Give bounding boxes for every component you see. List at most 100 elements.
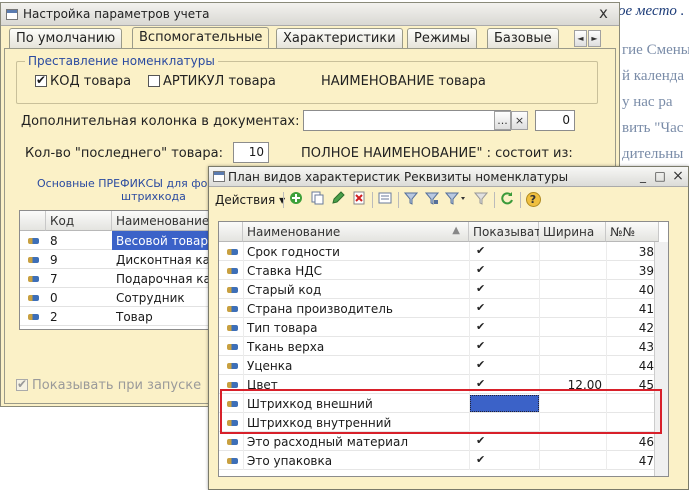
window-icon — [6, 9, 18, 20]
show-check-icon[interactable]: ✔ — [476, 339, 485, 352]
group-title: Преставление номенклатуры — [25, 54, 218, 68]
key-icon — [28, 276, 39, 282]
prefix-table-header-code[interactable]: Код — [46, 211, 112, 231]
show-check-icon[interactable]: ✔ — [476, 453, 485, 466]
cell-name: Это упаковка — [247, 454, 333, 468]
minimize-icon[interactable]: _ — [635, 168, 651, 184]
tab-modes[interactable]: Режимы — [407, 28, 478, 48]
cell-code: 8 — [50, 234, 58, 248]
copy-icon[interactable] — [308, 191, 326, 209]
clear-icon[interactable]: × — [511, 111, 528, 130]
cell-name: Товар — [116, 310, 153, 324]
grid-row[interactable]: Это упаковка ✔ 47 — [219, 451, 668, 470]
cell-code: 0 — [50, 291, 58, 305]
key-icon — [227, 439, 238, 445]
prefix-table-header-icon — [20, 211, 46, 231]
close-icon[interactable]: x — [599, 4, 608, 22]
grid-header-width[interactable]: Ширина — [539, 222, 606, 242]
table-row[interactable]: 0 Сотрудник — [20, 288, 215, 307]
grid-header-number[interactable]: №№ — [606, 222, 659, 242]
bg-text-line: у нас ра — [622, 94, 673, 110]
tab-base[interactable]: Базовые — [487, 28, 559, 48]
show-on-start-label: Показывать при запуске — [32, 378, 202, 393]
grid-row[interactable]: Ставка НДС ✔ 39 — [219, 261, 668, 280]
grid-row[interactable]: Ткань верха ✔ 43 — [219, 337, 668, 356]
key-icon — [227, 268, 238, 274]
cell-name: Уценка — [247, 359, 293, 373]
table-row[interactable]: 8 Весовой товар — [20, 231, 215, 250]
delete-icon[interactable] — [350, 191, 368, 209]
tab-characteristics[interactable]: Характеристики — [276, 28, 403, 48]
filter-icon[interactable] — [402, 191, 420, 209]
show-check-icon[interactable]: ✔ — [476, 263, 485, 276]
show-check-icon[interactable]: ✔ — [476, 434, 485, 447]
grid-header-name-label: Наименование — [247, 225, 341, 239]
show-check-icon[interactable]: ✔ — [476, 358, 485, 371]
grid-col-divider — [469, 242, 470, 261]
cell-code: 2 — [50, 310, 58, 324]
help-icon[interactable]: ? — [524, 191, 542, 209]
maximize-icon[interactable]: □ — [652, 168, 668, 184]
refresh-icon[interactable] — [498, 191, 516, 209]
tab-scroll-left-button[interactable]: ◄ — [574, 30, 587, 47]
list-view-icon[interactable] — [376, 191, 394, 209]
grid-col-divider — [469, 356, 470, 375]
grid-header-name[interactable]: Наименование ▲ — [243, 222, 469, 242]
filter-settings-icon[interactable] — [423, 191, 441, 209]
attributes-grid: Наименование ▲ Показывать Ширина №№ Срок… — [218, 221, 669, 477]
key-icon — [28, 295, 39, 301]
grid-row[interactable]: Старый код ✔ 40 — [219, 280, 668, 299]
grid-row[interactable]: Уценка ✔ 44 — [219, 356, 668, 375]
settings-window-titlebar[interactable]: Настройка параметров учета x — [1, 3, 619, 26]
table-row[interactable]: 9 Дисконтная карта — [20, 250, 232, 269]
article-checkbox[interactable] — [148, 75, 160, 87]
actions-menu[interactable]: Действия ▾ — [215, 193, 285, 207]
characteristics-window-title: План видов характеристик Реквизиты номен… — [228, 170, 569, 184]
grid-scrollbar[interactable] — [654, 242, 668, 476]
cell-number: 40 — [638, 283, 654, 297]
prefix-table-header-name[interactable]: Наименование — [112, 211, 215, 231]
tab-default[interactable]: По умолчанию — [9, 28, 123, 48]
clear-filter-icon[interactable] — [472, 191, 490, 209]
grid-col-divider — [243, 337, 244, 356]
close-icon[interactable]: × — [670, 168, 686, 184]
grid-col-divider — [469, 299, 470, 318]
table-row[interactable]: 2 Товар — [20, 307, 215, 326]
show-on-start-checkbox[interactable]: ✔ — [16, 377, 28, 391]
show-check-icon[interactable]: ✔ — [476, 282, 485, 295]
grid-row[interactable]: Это расходный материал ✔ 46 — [219, 432, 668, 451]
characteristics-window-titlebar[interactable]: План видов характеристик Реквизиты номен… — [209, 167, 688, 187]
toolbar-separator — [283, 192, 284, 208]
key-icon — [28, 257, 39, 263]
grid-col-divider — [606, 337, 607, 356]
filter-dropdown-icon[interactable] — [443, 191, 469, 209]
cell-number: 43 — [638, 340, 654, 354]
show-check-icon[interactable]: ✔ — [476, 301, 485, 314]
show-check-icon[interactable]: ✔ — [476, 244, 485, 257]
code-checkbox[interactable]: ✔ — [35, 73, 47, 87]
grid-col-divider — [539, 261, 540, 280]
grid-row[interactable]: Тип товара ✔ 42 — [219, 318, 668, 337]
extra-column-input[interactable] — [303, 110, 511, 131]
key-icon — [227, 287, 238, 293]
grid-col-divider — [606, 242, 607, 261]
edit-icon[interactable] — [329, 191, 347, 209]
check-icon: ✔ — [36, 73, 47, 87]
show-check-icon[interactable]: ✔ — [476, 320, 485, 333]
grid-header-show[interactable]: Показывать — [469, 222, 548, 242]
tab-auxiliary[interactable]: Вспомогательные — [132, 27, 270, 49]
bg-text-line: вить "Час — [622, 120, 684, 136]
table-row[interactable]: 7 Подарочная карта — [20, 269, 233, 288]
cell-code: 9 — [50, 253, 58, 267]
actions-menu-label: Действия — [215, 193, 276, 207]
last-count-input[interactable]: 10 — [233, 142, 269, 163]
select-dots-button[interactable]: ... — [494, 111, 511, 130]
tab-scroll-right-button[interactable]: ► — [588, 30, 601, 47]
grid-row[interactable]: Срок годности ✔ 38 — [219, 242, 668, 261]
extra-column-label: Дополнительная колонка в документах: — [21, 114, 300, 129]
grid-row[interactable]: Страна производитель ✔ 41 — [219, 299, 668, 318]
grid-col-divider — [243, 261, 244, 280]
add-icon[interactable] — [287, 191, 305, 209]
extra-column-number[interactable]: 0 — [535, 110, 575, 131]
toolbar: Действия ▾ — [211, 189, 686, 211]
